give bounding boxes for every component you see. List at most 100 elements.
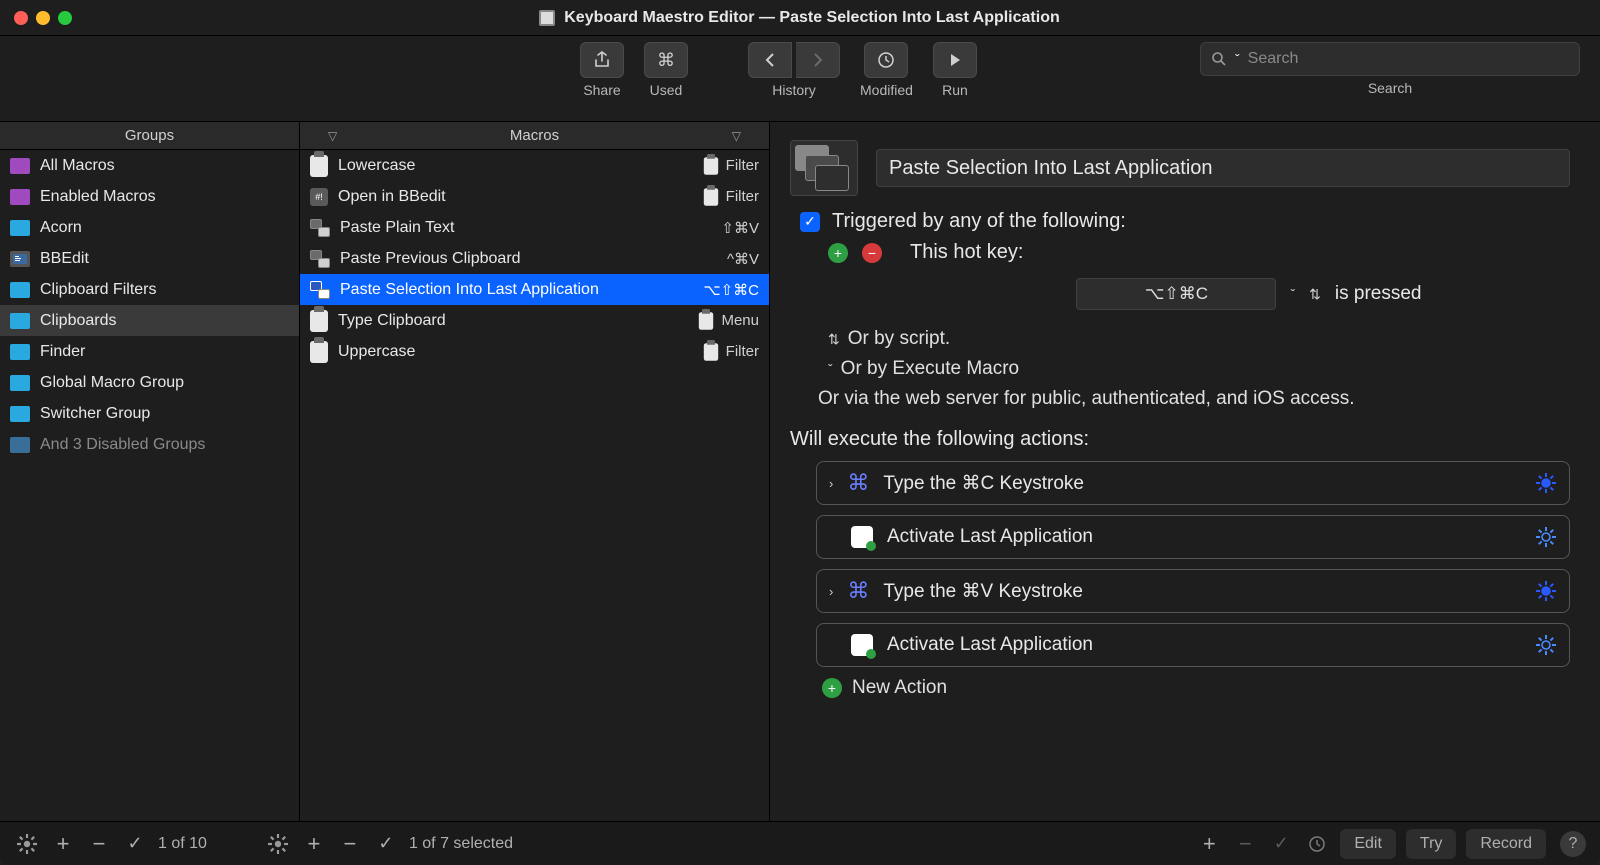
action-gear-icon[interactable] — [1535, 526, 1557, 548]
macro-row[interactable]: Paste Plain Text⇧⌘V — [300, 212, 769, 243]
record-button[interactable]: Record — [1466, 829, 1546, 859]
macro-name-input[interactable] — [876, 149, 1570, 187]
search-input[interactable] — [1248, 50, 1569, 68]
action-gear-icon[interactable] — [1535, 472, 1557, 494]
action-label: Activate Last Application — [887, 634, 1093, 656]
hotkey-more-chevron-icon[interactable]: ˇ — [1290, 286, 1295, 302]
hotkey-state-stepper-icon[interactable]: ⇅ — [1309, 286, 1321, 303]
groups-header-label: Groups — [125, 127, 174, 144]
close-window-button[interactable] — [14, 11, 28, 25]
group-row[interactable]: Clipboards — [0, 305, 299, 336]
zoom-window-button[interactable] — [58, 11, 72, 25]
group-label: Clipboard Filters — [40, 281, 156, 299]
macro-row[interactable]: Paste Previous Clipboard^⌘V — [300, 243, 769, 274]
traffic-lights — [14, 11, 72, 25]
footer-groups-controls: + − ✓ 1 of 10 — [14, 831, 207, 857]
record-label: Record — [1480, 835, 1532, 853]
action-add-button[interactable]: + — [1196, 831, 1222, 857]
action-card[interactable]: ›⌘Type the ⌘C Keystroke — [816, 461, 1570, 505]
group-row[interactable]: Acorn — [0, 212, 299, 243]
group-row[interactable]: BBEdit — [0, 243, 299, 274]
paste-icon — [310, 219, 330, 237]
macro-row[interactable]: LowercaseFilter — [300, 150, 769, 181]
app-icon — [538, 9, 556, 27]
group-row[interactable]: And 3 Disabled Groups — [0, 429, 299, 460]
command-icon: ⌘ — [657, 50, 675, 71]
hotkey-field-row: ⌥⇧⌘C ˇ ⇅ is pressed — [828, 278, 1570, 310]
groups-add-button[interactable]: + — [50, 831, 76, 857]
groups-remove-button[interactable]: − — [86, 831, 112, 857]
macros-list[interactable]: LowercaseFilter#!Open in BBeditFilterPas… — [300, 150, 769, 821]
sort-triangle-left-icon[interactable]: ▽ — [328, 129, 337, 143]
action-card[interactable]: Activate Last Application — [816, 623, 1570, 667]
action-enable-button[interactable]: ✓ — [1268, 831, 1294, 857]
macros-add-button[interactable]: + — [301, 831, 327, 857]
macro-tag: Filter — [702, 341, 759, 363]
macros-enable-button[interactable]: ✓ — [373, 831, 399, 857]
action-timing-button[interactable] — [1304, 831, 1330, 857]
group-label: BBEdit — [40, 250, 89, 268]
modified-button[interactable] — [864, 42, 908, 78]
search-menu-chevron-icon[interactable]: ˇ — [1235, 51, 1240, 67]
macro-row[interactable]: Type ClipboardMenu — [300, 305, 769, 336]
run-button[interactable] — [933, 42, 977, 78]
or-by-script[interactable]: ⇅ Or by script. — [790, 328, 1570, 350]
toolbar-search-group: ˇ Search — [1200, 42, 1580, 96]
macro-label: Lowercase — [338, 157, 415, 175]
groups-enable-button[interactable]: ✓ — [122, 831, 148, 857]
execute-macro-chevron-icon[interactable]: ˇ — [828, 361, 833, 377]
action-card[interactable]: Activate Last Application — [816, 515, 1570, 559]
action-remove-button[interactable]: − — [1232, 831, 1258, 857]
keystroke-icon: ⌘ — [845, 470, 871, 496]
macro-row[interactable]: Paste Selection Into Last Application⌥⇧⌘… — [300, 274, 769, 305]
group-row[interactable]: Enabled Macros — [0, 181, 299, 212]
minimize-window-button[interactable] — [36, 11, 50, 25]
try-button[interactable]: Try — [1406, 829, 1457, 859]
sort-triangle-right-icon[interactable]: ▽ — [732, 129, 741, 143]
search-box[interactable]: ˇ — [1200, 42, 1580, 76]
via-web-label: Or via the web server for public, authen… — [790, 388, 1570, 410]
window-title-text: Keyboard Maestro Editor — Paste Selectio… — [564, 9, 1060, 27]
script-stepper-icon[interactable]: ⇅ — [828, 331, 840, 348]
add-trigger-button[interactable]: + — [828, 243, 848, 263]
macro-row[interactable]: #!Open in BBeditFilter — [300, 181, 769, 212]
folder-icon — [10, 313, 30, 329]
content: Groups All Macros Enabled Macros Acorn BBEd… — [0, 122, 1600, 821]
hotkey-input[interactable]: ⌥⇧⌘C — [1076, 278, 1276, 310]
help-button[interactable]: ? — [1560, 831, 1586, 857]
groups-gear-button[interactable] — [14, 831, 40, 857]
folder-icon — [10, 158, 30, 174]
action-card[interactable]: ›⌘Type the ⌘V Keystroke — [816, 569, 1570, 613]
macros-gear-button[interactable] — [265, 831, 291, 857]
footer: + − ✓ 1 of 10 + − ✓ 1 of 7 selected + − … — [0, 821, 1600, 865]
groups-list[interactable]: All Macros Enabled Macros Acorn BBEdit Clipb… — [0, 150, 299, 821]
group-label: Enabled Macros — [40, 188, 156, 206]
new-action-row[interactable]: + New Action — [790, 677, 1570, 699]
group-row[interactable]: Global Macro Group — [0, 367, 299, 398]
used-button[interactable]: ⌘ — [644, 42, 688, 78]
share-button[interactable] — [580, 42, 624, 78]
macro-row[interactable]: UppercaseFilter — [300, 336, 769, 367]
group-label: Clipboards — [40, 312, 116, 330]
remove-trigger-button[interactable]: − — [862, 243, 882, 263]
is-pressed-label[interactable]: is pressed — [1335, 283, 1422, 305]
disclosure-chevron-icon[interactable]: › — [829, 476, 833, 491]
edit-button[interactable]: Edit — [1340, 829, 1396, 859]
or-by-execute-macro[interactable]: ˇ Or by Execute Macro — [790, 358, 1570, 380]
history-forward-button[interactable] — [796, 42, 840, 78]
group-row[interactable]: Clipboard Filters — [0, 274, 299, 305]
disclosure-chevron-icon[interactable]: › — [829, 584, 833, 599]
group-row[interactable]: Finder — [0, 336, 299, 367]
group-row[interactable]: All Macros — [0, 150, 299, 181]
action-gear-icon[interactable] — [1535, 580, 1557, 602]
toolbar-used-group: ⌘ Used — [644, 42, 688, 98]
paste-icon — [310, 250, 330, 268]
history-back-button[interactable] — [748, 42, 792, 78]
triggered-checkbox[interactable]: ✓ — [800, 212, 820, 232]
macro-label: Open in BBedit — [338, 188, 446, 206]
macro-icon[interactable] — [790, 140, 858, 196]
group-row[interactable]: Switcher Group — [0, 398, 299, 429]
macros-remove-button[interactable]: − — [337, 831, 363, 857]
group-label: Switcher Group — [40, 405, 150, 423]
action-gear-icon[interactable] — [1535, 634, 1557, 656]
